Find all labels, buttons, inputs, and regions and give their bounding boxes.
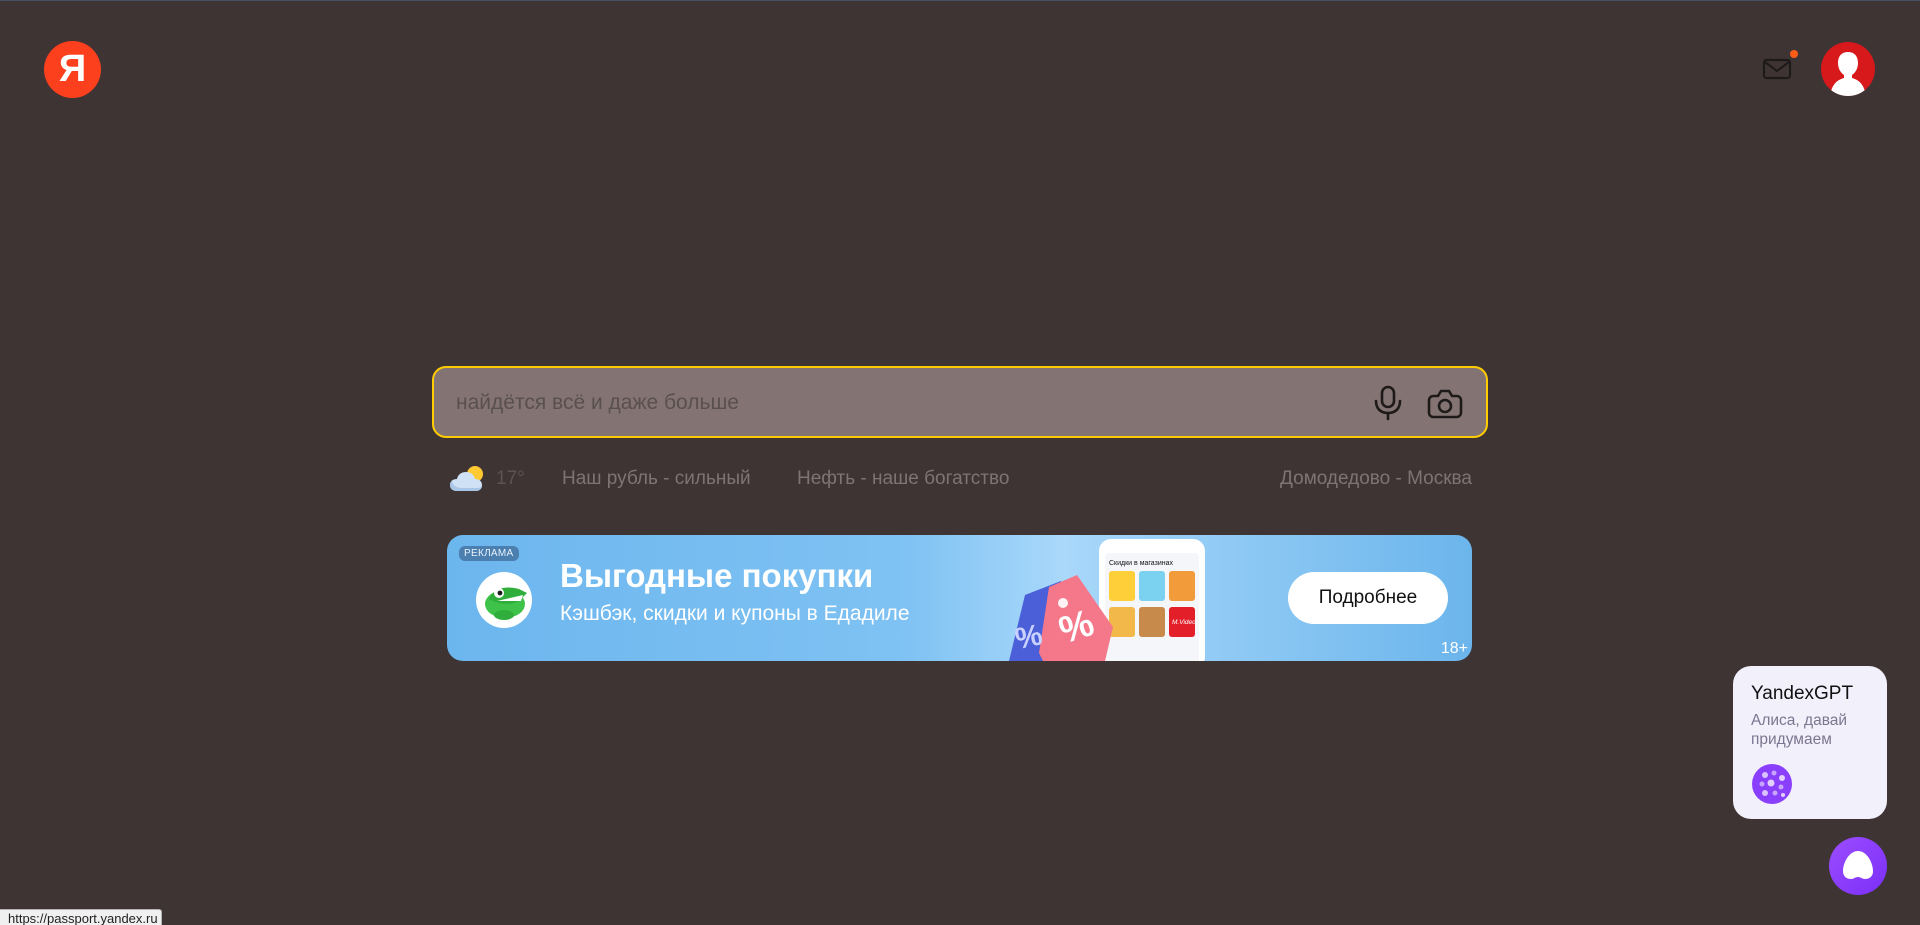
ad-label: РЕКЛАМА [459,546,519,561]
gpt-card-title: YandexGPT [1751,683,1854,704]
traffic-route-link[interactable]: Домодедово - Москва [1280,468,1472,490]
ad-banner[interactable]: РЕКЛАМА Выгодные покупки Кэшбэк, скидки … [447,535,1472,661]
discount-phone-illustration: Скидки в магазинах M.Video % % [1009,539,1205,661]
gpt-card-text: Алиса, давай придумаем [1751,712,1848,748]
news-link[interactable]: Наш рубль - сильный [562,468,751,490]
camera-search-icon[interactable] [1426,384,1464,422]
banner-title: Выгодные покупки [560,557,874,594]
details-button[interactable]: Подробнее [1288,572,1448,624]
yandex-logo[interactable]: Я [44,41,101,98]
user-avatar[interactable] [1821,42,1875,96]
mail-icon[interactable] [1762,57,1792,81]
search-bar [432,366,1488,438]
yandexgpt-card[interactable]: YandexGPT Алиса, давай придумаем [1733,666,1887,819]
news-link[interactable]: Нефть - наше богатство [797,468,1009,490]
informers-row: 17° Наш рубль - сильный Нефть - наше бог… [448,459,1472,499]
weather-temperature[interactable]: 17° [496,468,525,490]
microphone-icon[interactable] [1370,384,1406,422]
banner-subtitle: Кэшбэк, скидки и купоны в Едадиле [560,602,910,625]
search-input[interactable] [454,368,1338,438]
notification-dot [1790,50,1798,58]
art-caption: Скидки в магазинах [1109,560,1173,567]
status-bar-url: https://passport.yandex.ru [0,909,162,925]
art-brand: M.Video [1172,619,1196,626]
alice-orb-icon [1751,763,1793,805]
alice-icon[interactable] [1829,837,1887,895]
yandex-home-page: Я найдётся всё и даже больше 17° Наш руб… [0,0,1920,925]
crocodile-mascot-icon [475,571,533,629]
age-rating: 18+ [1440,640,1468,657]
cloud-sun-icon[interactable] [448,463,488,495]
